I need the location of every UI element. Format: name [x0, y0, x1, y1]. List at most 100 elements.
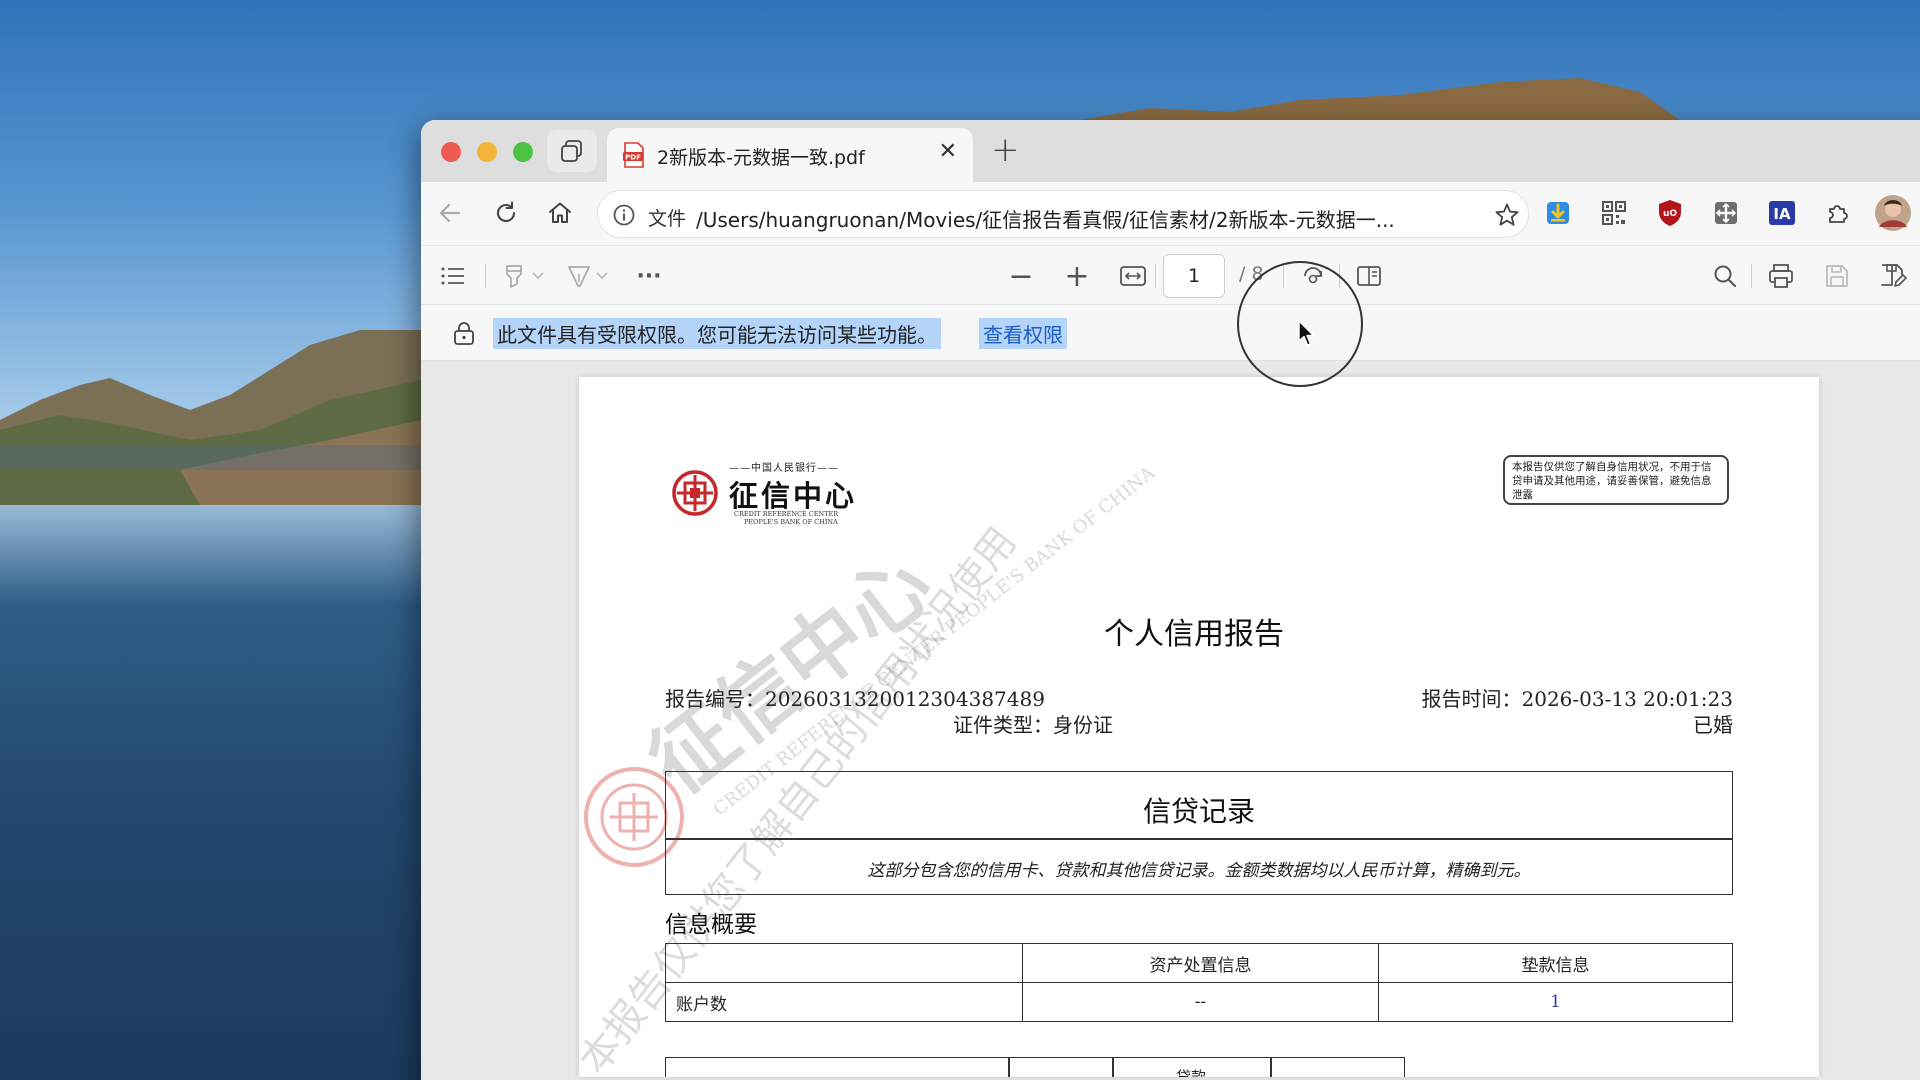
logo-english-line-2: PEOPLE'S BANK OF CHINA	[744, 518, 838, 526]
window-close-button[interactable]	[441, 142, 461, 162]
new-tab-button[interactable]: +	[991, 130, 1020, 170]
table-cell: --	[1022, 982, 1379, 1022]
save-as-button[interactable]	[1877, 260, 1909, 292]
printer-icon	[1769, 264, 1793, 288]
contents-button[interactable]	[437, 260, 469, 292]
extensions-button[interactable]	[1823, 198, 1853, 228]
ia-icon: IA	[1769, 201, 1795, 225]
summary-title: 信息概要	[665, 912, 757, 938]
print-button[interactable]	[1765, 260, 1797, 292]
reload-button[interactable]	[489, 196, 523, 230]
pen-icon	[568, 266, 590, 287]
save-button[interactable]	[1821, 260, 1853, 292]
address-bar[interactable]: 文件 /Users/huangruonan/Movies/征信报告看真假/征信素…	[597, 190, 1529, 238]
svg-text:IA: IA	[1773, 205, 1791, 223]
toolbar-divider	[1751, 264, 1752, 288]
highlight-button[interactable]	[499, 260, 531, 292]
pdf-toolbar: ··· − + 1 / 8	[421, 245, 1920, 305]
logo-english-line-1: CREDIT REFERENCE CENTER	[734, 510, 839, 518]
home-icon	[549, 202, 571, 223]
id-type-label: 证件类型：	[953, 713, 1053, 737]
qr-extension-button[interactable]	[1599, 198, 1629, 228]
view-permissions-link[interactable]: 查看权限	[979, 318, 1067, 349]
fit-page-button[interactable]	[1117, 260, 1149, 292]
download-icon	[1547, 202, 1569, 224]
chevron-down-icon	[596, 272, 608, 280]
pdf-file-icon: PDF	[623, 142, 644, 168]
save-icon	[1826, 265, 1848, 287]
ublock-extension-button[interactable]: uO	[1655, 198, 1685, 228]
search-icon	[1714, 265, 1737, 288]
arrow-left-icon	[439, 203, 461, 223]
credit-record-section: 信贷记录 这部分包含您的信用卡、贷款和其他信贷记录。金额类数据均以人民币计算，精…	[665, 771, 1733, 895]
back-button[interactable]	[433, 196, 467, 230]
tab-close-icon[interactable]: ✕	[939, 139, 957, 164]
info-icon[interactable]	[612, 203, 636, 227]
lock-icon	[454, 322, 474, 345]
pdf-page[interactable]: 征信中心 CREDIT REFERENCE CENTER PEOPLE'S BA…	[579, 377, 1819, 1077]
next-table-label: 贷款	[1176, 1068, 1207, 1077]
id-type-value: 身份证	[1053, 713, 1113, 737]
navigation-bar: 文件 /Users/huangruonan/Movies/征信报告看真假/征信素…	[421, 182, 1920, 245]
table-header-cell: 资产处置信息	[1022, 943, 1379, 983]
qr-code-icon	[1602, 201, 1626, 225]
fit-width-icon	[1120, 266, 1146, 286]
mouse-cursor-icon	[1298, 320, 1315, 346]
table-header-cell: 垫款信息	[1378, 943, 1733, 983]
logo-main-text: 征信中心	[729, 479, 858, 513]
disclaimer-box: 本报告仅供您了解自身信用状况，不用于信贷申请及其他用途，请妥善保管，避免信息泄露	[1503, 455, 1729, 505]
table-column-line	[1112, 1058, 1114, 1077]
draw-button[interactable]	[563, 260, 595, 292]
grid-extension-button[interactable]	[1711, 198, 1741, 228]
zoom-in-button[interactable]: +	[1061, 259, 1093, 294]
zoom-out-button[interactable]: −	[1005, 259, 1037, 294]
page-number-input[interactable]: 1	[1163, 254, 1225, 298]
more-tools-button[interactable]: ···	[633, 260, 665, 292]
restricted-permission-bar: 此文件具有受限权限。您可能无法访问某些功能。 查看权限	[421, 305, 1920, 361]
tab-active[interactable]: PDF 2新版本-元数据一致.pdf ✕	[607, 128, 973, 182]
page-view-button[interactable]	[1353, 260, 1385, 292]
toolbar-divider	[1155, 264, 1156, 288]
table-cell: 1	[1378, 982, 1733, 1022]
report-time-value: 2026-03-13 20:01:23	[1521, 687, 1734, 711]
table-cell: 账户数	[665, 982, 1023, 1022]
report-number-label: 报告编号：	[665, 687, 765, 711]
address-url[interactable]: /Users/huangruonan/Movies/征信报告看真假/征信素材/2…	[696, 204, 1426, 233]
window-maximize-button[interactable]	[513, 142, 533, 162]
id-type: 证件类型：身份证	[953, 709, 1113, 738]
save-as-icon	[1881, 264, 1907, 287]
two-page-icon	[1357, 266, 1381, 286]
avatar	[1875, 195, 1911, 231]
immersive-translate-extension-button[interactable]: IA	[1767, 198, 1797, 228]
address-scheme-label: 文件	[648, 208, 687, 230]
star-icon[interactable]	[1494, 202, 1520, 228]
highlight-options-button[interactable]	[529, 260, 547, 292]
credit-record-description: 这部分包含您的信用卡、贷款和其他信贷记录。金额类数据均以人民币计算，精确到元。	[867, 861, 1531, 881]
report-time: 报告时间：2026-03-13 20:01:23	[1422, 683, 1734, 712]
window-minimize-button[interactable]	[477, 142, 497, 162]
table-row: 账户数 -- 1	[665, 982, 1733, 1022]
credit-record-title: 信贷记录	[1142, 795, 1255, 828]
svg-text:PDF: PDF	[625, 154, 641, 162]
shield-icon: uO	[1659, 200, 1681, 226]
move-grid-icon	[1715, 202, 1737, 224]
home-button[interactable]	[543, 196, 577, 230]
table-header-row: 资产处置信息 垫款信息	[665, 943, 1733, 983]
puzzle-icon	[1829, 205, 1848, 223]
marital-status: 已婚	[1693, 713, 1733, 737]
table-column-line	[1008, 1058, 1010, 1077]
logo-top-text: ——中国人民银行——	[729, 463, 839, 474]
tab-actions-button[interactable]	[547, 130, 597, 172]
svg-text:uO: uO	[1663, 209, 1677, 219]
draw-options-button[interactable]	[593, 260, 611, 292]
tab-title: 2新版本-元数据一致.pdf	[657, 147, 865, 169]
table-header-cell	[665, 943, 1023, 983]
profile-button[interactable]	[1873, 193, 1913, 233]
download-extension-button[interactable]	[1543, 198, 1573, 228]
chevron-down-icon	[532, 272, 544, 280]
section-divider	[666, 838, 1732, 840]
find-button[interactable]	[1709, 260, 1741, 292]
report-title: 个人信用报告	[1104, 617, 1284, 652]
tab-stack-icon	[561, 140, 582, 162]
toolbar-divider	[485, 264, 486, 288]
